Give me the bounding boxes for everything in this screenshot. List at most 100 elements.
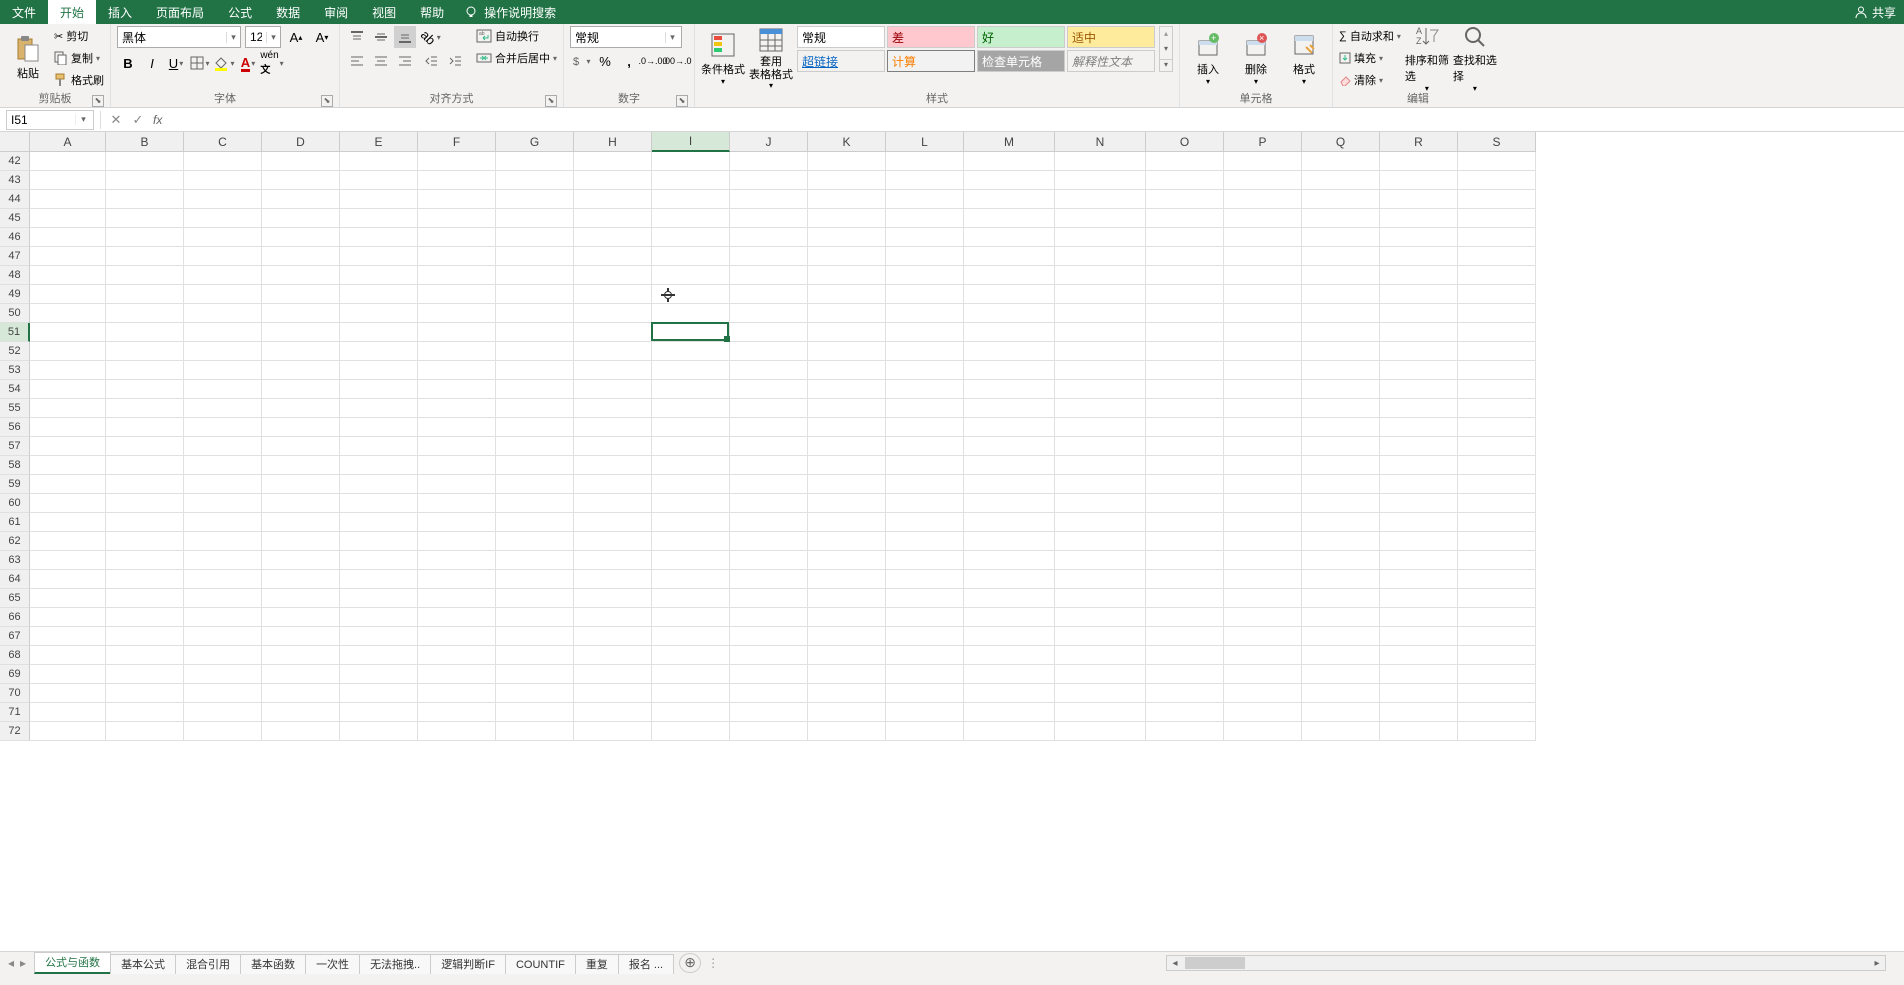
cell[interactable]: [340, 494, 418, 513]
cell[interactable]: [652, 266, 730, 285]
cell[interactable]: [730, 247, 808, 266]
cell[interactable]: [262, 171, 340, 190]
cell[interactable]: [418, 722, 496, 741]
cell[interactable]: [184, 190, 262, 209]
cell[interactable]: [1302, 551, 1380, 570]
cell[interactable]: [106, 665, 184, 684]
cell[interactable]: [496, 266, 574, 285]
cell[interactable]: [184, 494, 262, 513]
cell[interactable]: [184, 646, 262, 665]
font-size-combo[interactable]: ▾: [245, 26, 281, 48]
cell[interactable]: [496, 513, 574, 532]
cell[interactable]: [574, 665, 652, 684]
row-header[interactable]: 50: [0, 304, 30, 323]
column-header[interactable]: J: [730, 132, 808, 152]
cell[interactable]: [964, 171, 1055, 190]
cell[interactable]: [106, 494, 184, 513]
cell[interactable]: [730, 627, 808, 646]
cell[interactable]: [1055, 228, 1146, 247]
cell[interactable]: [1302, 361, 1380, 380]
cell[interactable]: [808, 608, 886, 627]
cell[interactable]: [808, 494, 886, 513]
cell[interactable]: [30, 285, 106, 304]
cell[interactable]: [808, 513, 886, 532]
cell[interactable]: [340, 437, 418, 456]
cell[interactable]: [652, 627, 730, 646]
cell[interactable]: [1146, 399, 1224, 418]
align-center-button[interactable]: [370, 50, 392, 72]
cell[interactable]: [808, 380, 886, 399]
cell[interactable]: [886, 342, 964, 361]
cell[interactable]: [262, 342, 340, 361]
cell[interactable]: [574, 627, 652, 646]
format-cells-button[interactable]: 格式▾: [1282, 26, 1326, 90]
cell[interactable]: [1302, 703, 1380, 722]
cell[interactable]: [1146, 361, 1224, 380]
conditional-formatting-button[interactable]: 条件格式▾: [701, 26, 745, 90]
cell[interactable]: [808, 532, 886, 551]
cell[interactable]: [1380, 209, 1458, 228]
cell[interactable]: [418, 589, 496, 608]
cell[interactable]: [1146, 209, 1224, 228]
sheet-nav-next[interactable]: ▸: [20, 956, 26, 970]
sort-filter-button[interactable]: AZ 排序和筛选▾: [1405, 26, 1449, 90]
cell[interactable]: [1224, 494, 1302, 513]
row-header[interactable]: 48: [0, 266, 30, 285]
cell[interactable]: [1224, 380, 1302, 399]
cell[interactable]: [1146, 171, 1224, 190]
row-header[interactable]: 52: [0, 342, 30, 361]
cell[interactable]: [652, 513, 730, 532]
sheet-tab[interactable]: 基本公式: [110, 954, 176, 974]
cell[interactable]: [886, 266, 964, 285]
cell[interactable]: [574, 532, 652, 551]
cell[interactable]: [496, 684, 574, 703]
font-name-combo[interactable]: ▾: [117, 26, 241, 48]
cell[interactable]: [106, 608, 184, 627]
cell[interactable]: [886, 513, 964, 532]
cell[interactable]: [730, 304, 808, 323]
row-header[interactable]: 70: [0, 684, 30, 703]
cell[interactable]: [1380, 304, 1458, 323]
cell[interactable]: [340, 247, 418, 266]
cell[interactable]: [1146, 494, 1224, 513]
spreadsheet-grid[interactable]: ABCDEFGHIJKLMNOPQRS 42434445464748495051…: [0, 132, 1904, 951]
fx-icon[interactable]: fx: [153, 113, 162, 127]
cell[interactable]: [808, 190, 886, 209]
cell[interactable]: [652, 551, 730, 570]
cell[interactable]: [1302, 323, 1380, 342]
cell[interactable]: [184, 475, 262, 494]
row-header[interactable]: 44: [0, 190, 30, 209]
cell[interactable]: [1458, 722, 1536, 741]
cancel-formula-button[interactable]: ✕: [105, 112, 127, 128]
row-header[interactable]: 62: [0, 532, 30, 551]
cell[interactable]: [1380, 247, 1458, 266]
cell[interactable]: [1380, 646, 1458, 665]
cell[interactable]: [340, 646, 418, 665]
sheet-tab[interactable]: 一次性: [305, 954, 360, 974]
column-header[interactable]: H: [574, 132, 652, 152]
cell[interactable]: [574, 551, 652, 570]
cell[interactable]: [1224, 152, 1302, 171]
cell[interactable]: [496, 437, 574, 456]
cell[interactable]: [1055, 399, 1146, 418]
cell[interactable]: [496, 228, 574, 247]
font-color-button[interactable]: A: [237, 52, 259, 74]
cell[interactable]: [418, 266, 496, 285]
align-bottom-button[interactable]: [394, 26, 416, 48]
cell[interactable]: [418, 418, 496, 437]
cell[interactable]: [964, 152, 1055, 171]
cell[interactable]: [1302, 665, 1380, 684]
cell[interactable]: [1302, 475, 1380, 494]
increase-indent-button[interactable]: [444, 50, 466, 72]
sheet-tab[interactable]: 公式与函数: [34, 952, 111, 974]
share-button[interactable]: 共享: [1854, 4, 1896, 21]
column-header[interactable]: S: [1458, 132, 1536, 152]
cell[interactable]: [1146, 608, 1224, 627]
cell[interactable]: [886, 190, 964, 209]
cell[interactable]: [808, 418, 886, 437]
cell[interactable]: [1146, 190, 1224, 209]
cell[interactable]: [886, 684, 964, 703]
cell[interactable]: [184, 247, 262, 266]
name-box[interactable]: ▾: [6, 110, 94, 130]
cell[interactable]: [30, 209, 106, 228]
